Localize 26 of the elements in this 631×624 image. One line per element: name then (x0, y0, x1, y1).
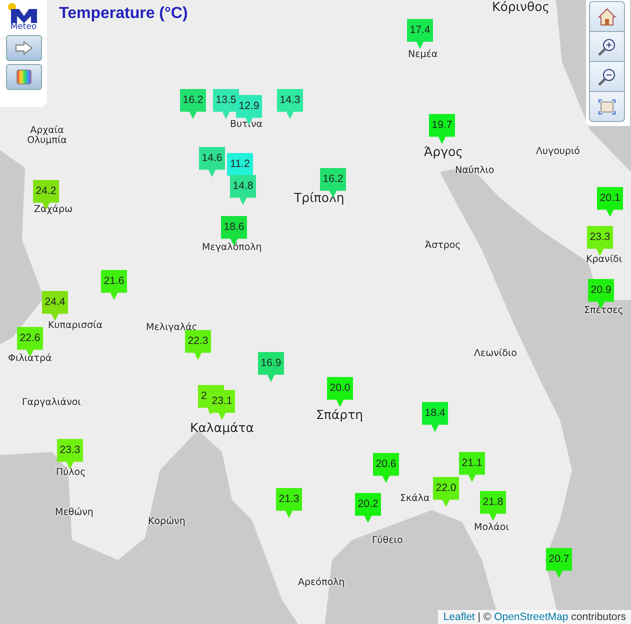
place-label: Λεωνίδιο (474, 349, 517, 360)
place-label: Καλαμάτα (190, 421, 254, 435)
place-label: Σπάρτη (316, 408, 364, 422)
place-label: Μεγαλόπολη (202, 243, 262, 254)
place-label: Άστρος (425, 241, 461, 252)
place-label: Νεμέα (408, 50, 438, 60)
place-label: Κρανίδι (586, 255, 622, 266)
place-label: Σπέτσες (584, 306, 624, 316)
attribution-text: Leaflet | © OpenStreetMap contributors (438, 610, 631, 624)
place-label: Μεθώνη (55, 508, 94, 518)
map-title: Temperature (°C) (59, 5, 188, 23)
place-label: Φιλιατρά (8, 354, 52, 364)
place-label: Κυπαρισσία (48, 321, 102, 332)
place-label: Ναύπλιο (455, 166, 494, 176)
place-label: Γύθειο (372, 536, 403, 546)
place-label: Κορώνη (148, 517, 186, 528)
place-label: Πύλος (56, 468, 86, 478)
place-label: Άργος (424, 145, 463, 159)
place-label: Λυγουριό (536, 147, 580, 158)
logo-text: Meteo (10, 23, 37, 32)
place-label: Αρχαία Ολυμπία (26, 126, 68, 147)
place-label: Σκάλα (400, 494, 430, 504)
place-label: Γαργαλιάνοι (22, 398, 81, 408)
place-label: Κόρινθος (492, 0, 550, 14)
place-label: Μολάοι (474, 523, 509, 534)
place-label: Αρεόπολη (298, 578, 345, 588)
